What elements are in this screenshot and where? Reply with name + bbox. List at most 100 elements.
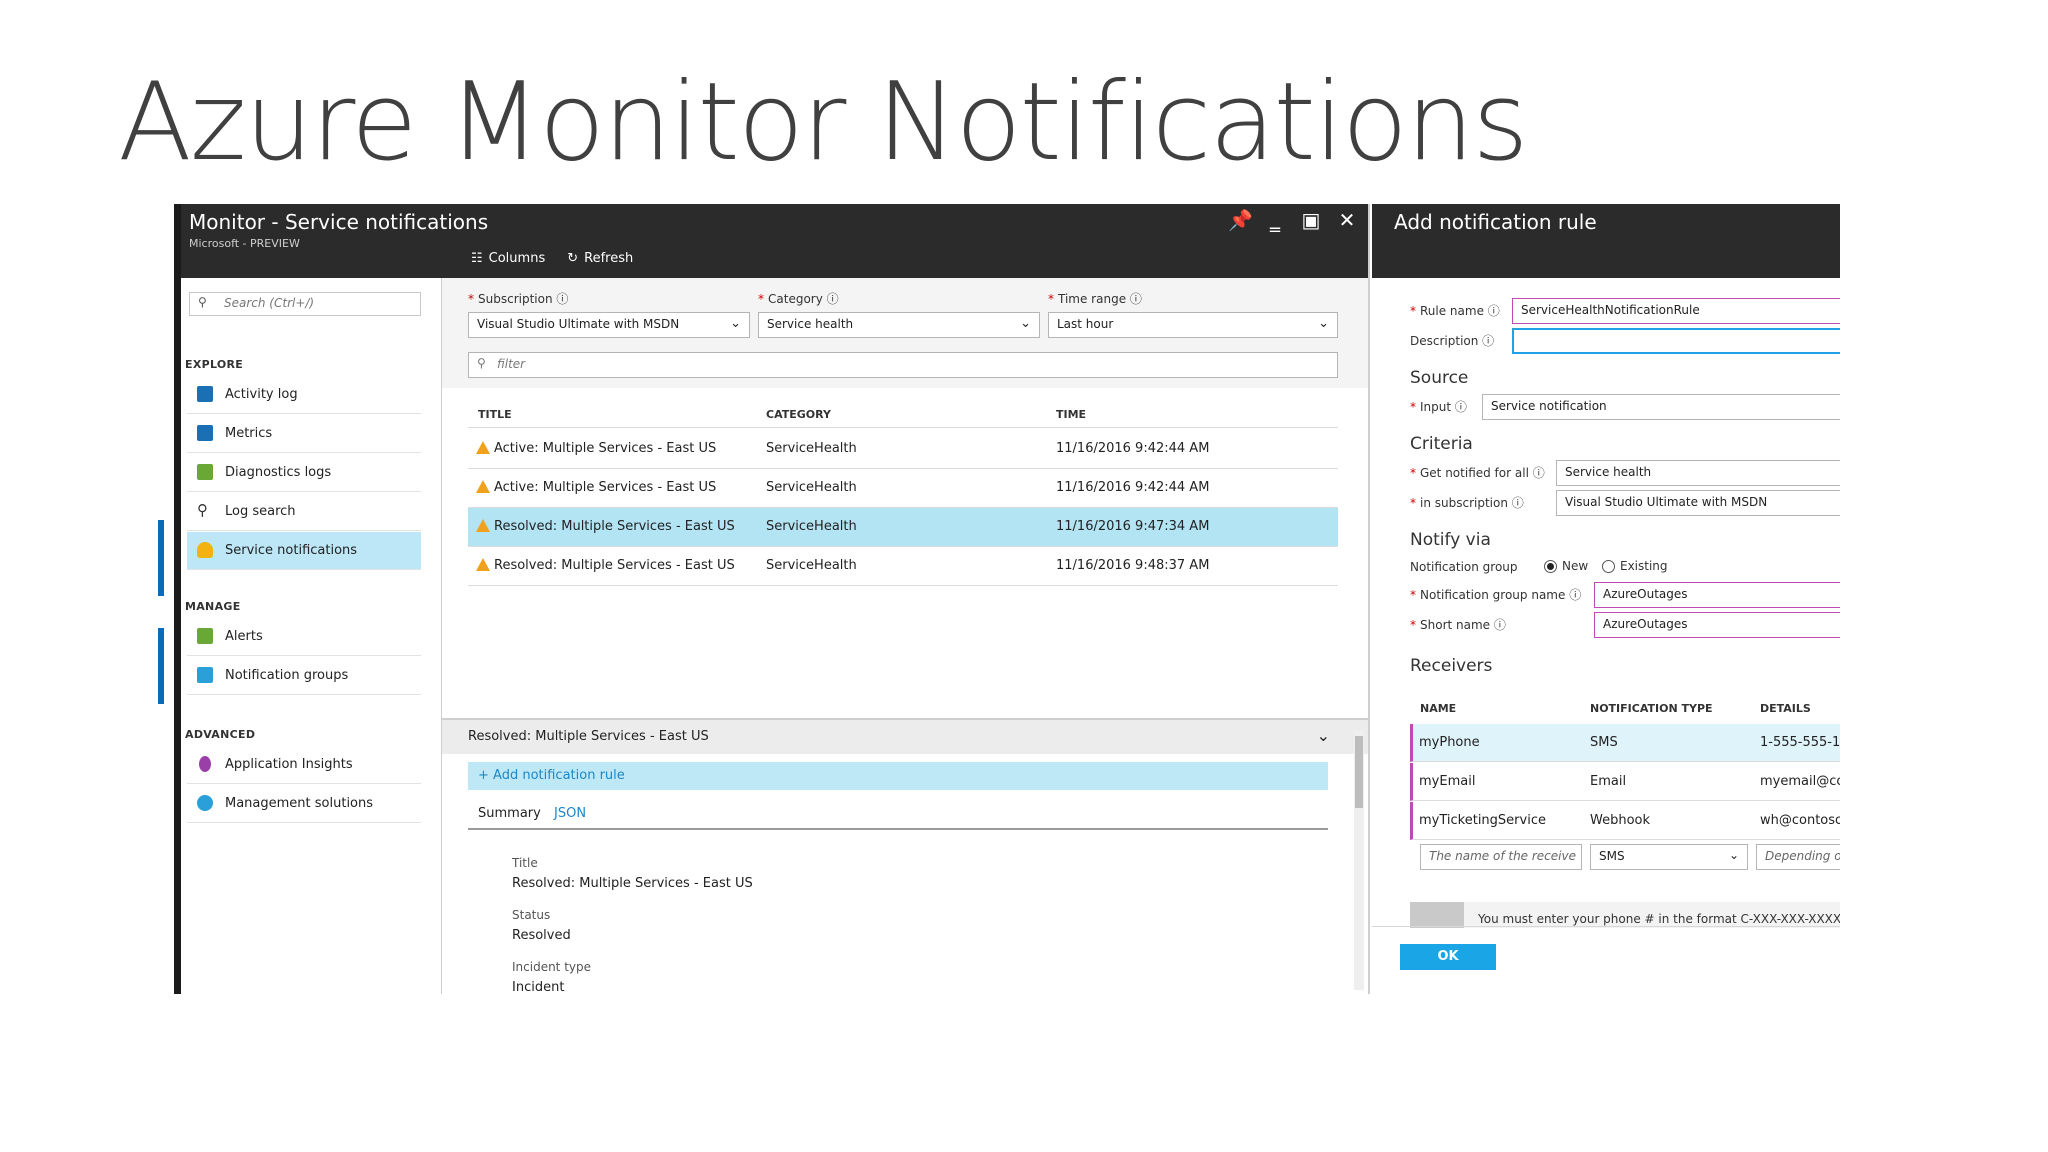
rule-name-input[interactable]: ServiceHealthNotificationRule [1512,298,1840,324]
warning-icon [476,558,490,571]
blade-header: Monitor - Service notifications Microsof… [174,204,1368,278]
column-name: NAME [1420,702,1457,715]
table-row[interactable]: Resolved: Multiple Services - East US Se… [468,508,1338,547]
warning-icon [476,519,490,532]
hint-text: You must enter your phone # in the forma… [1478,912,1840,926]
info-icon: ⓘ [1493,618,1506,632]
tab-json[interactable]: JSON [554,806,586,821]
search-input[interactable]: ⚲ Search (Ctrl+/) [189,292,421,316]
receiver-type: Email [1590,774,1627,789]
notified-for-label: * Get notified for all ⓘ [1410,466,1545,480]
time-range-select[interactable]: Last hour ⌄ [1048,312,1338,338]
notified-for-select[interactable]: Service health [1556,460,1840,486]
row-category: ServiceHealth [766,480,857,495]
accent-bar [158,520,164,596]
status-label: Status [512,908,551,922]
ok-button[interactable]: OK [1400,944,1496,970]
sidebar-item-label: Notification groups [225,668,349,683]
group-name-input[interactable]: AzureOutages [1594,582,1840,608]
subscription-select[interactable]: Visual Studio Ultimate with MSDN ⌄ [468,312,750,338]
chevron-down-icon[interactable]: ⌄ [1317,726,1330,745]
sidebar-item-label: Application Insights [225,757,353,772]
new-receiver-type-select[interactable]: SMS ⌄ [1590,844,1748,870]
sidebar-item-management-solutions[interactable]: Management solutions [187,785,421,823]
scrollbar[interactable] [1354,730,1364,990]
tab-summary[interactable]: Summary [478,806,541,821]
info-icon: ⓘ [556,292,569,306]
lightbulb-icon [199,756,211,772]
add-notification-rule-button[interactable]: + Add notification rule [468,762,1328,790]
warning-icon [476,480,490,493]
sidebar-item-application-insights[interactable]: Application Insights [187,746,421,784]
sidebar-item-alerts[interactable]: Alerts [187,618,421,656]
description-input[interactable] [1512,328,1840,354]
status-value: Resolved [512,928,571,943]
column-time[interactable]: TIME [1056,408,1086,421]
time-range-label: * Time range ⓘ [1048,292,1142,306]
category-label: * Category ⓘ [758,292,839,306]
table-row[interactable]: Resolved: Multiple Services - East US Se… [468,547,1338,586]
notifications-panel: * Subscription ⓘ Visual Studio Ultimate w… [442,278,1368,994]
sidebar-item-label: Management solutions [225,796,374,811]
refresh-button[interactable]: ↻ Refresh [567,251,633,266]
criteria-heading: Criteria [1410,434,1473,454]
accent-bar [158,628,164,704]
sidebar-item-label: Service notifications [225,543,358,558]
chevron-down-icon: ⌄ [1020,316,1031,331]
input-field[interactable]: Service notification [1482,394,1840,420]
sidebar-item-metrics[interactable]: Metrics [187,415,421,453]
category-select[interactable]: Service health ⌄ [758,312,1040,338]
row-time: 11/16/2016 9:42:44 AM [1056,480,1210,495]
radio-new[interactable]: New [1544,559,1588,573]
maximize-icon[interactable]: ▣ [1300,208,1322,232]
column-category[interactable]: CATEGORY [766,408,831,421]
table-row[interactable]: Active: Multiple Services - East US Serv… [468,469,1338,508]
radio-unselected-icon [1602,559,1615,573]
sidebar-item-activity-log[interactable]: Activity log [187,376,421,414]
sidebar-item-diagnostics-logs[interactable]: Diagnostics logs [187,454,421,492]
new-receiver-details-input[interactable]: Depending o [1756,844,1840,870]
receiver-row[interactable]: myTicketingService Webhook wh@contoso.c [1410,802,1840,840]
sidebar-item-label: Log search [225,504,296,519]
short-name-input[interactable]: AzureOutages [1594,612,1840,638]
row-title: Resolved: Multiple Services - East US [494,519,735,534]
table-row[interactable]: Active: Multiple Services - East US Serv… [468,430,1338,469]
filter-placeholder: filter [497,357,526,371]
columns-button[interactable]: ☷ Columns [471,251,545,266]
new-receiver-name-input[interactable]: The name of the receive [1420,844,1582,870]
sidebar-item-notification-groups[interactable]: Notification groups [187,657,421,695]
detail-header[interactable]: Resolved: Multiple Services - East US ⌄ [442,720,1368,754]
column-details: DETAILS [1760,702,1811,715]
minimize-icon[interactable]: ‗ [1264,208,1286,232]
pin-icon[interactable]: 📌 [1228,208,1253,232]
scrollbar-thumb[interactable] [1355,736,1363,808]
input-label: * Input ⓘ [1410,400,1467,414]
monitor-blade: Monitor - Service notifications Microsof… [174,204,1370,994]
filter-area: * Subscription ⓘ Visual Studio Ultimate w… [442,278,1368,388]
row-category: ServiceHealth [766,558,857,573]
row-time: 11/16/2016 9:42:44 AM [1056,441,1210,456]
radio-existing[interactable]: Existing [1602,559,1668,573]
sidebar-item-service-notifications[interactable]: Service notifications [187,532,421,570]
sidebar-item-log-search[interactable]: ⚲ Log search [187,493,421,531]
close-icon[interactable]: ✕ [1336,208,1358,232]
receiver-row[interactable]: myEmail Email myemail@con [1410,763,1840,801]
info-icon: ⓘ [1569,588,1582,602]
toolbar: ☷ Columns ↻ Refresh [471,251,633,266]
row-category: ServiceHealth [766,519,857,534]
divider [1372,926,1840,927]
refresh-label: Refresh [584,251,634,266]
blade-title: Add notification rule [1394,210,1597,234]
info-icon: ⓘ [826,292,839,306]
blade-subtitle: Microsoft - PREVIEW [189,237,300,250]
info-icon: ⓘ [1454,400,1467,414]
blade-title: Monitor - Service notifications [189,210,489,234]
refresh-icon: ↻ [567,251,579,266]
subscription-select[interactable]: Visual Studio Ultimate with MSDN [1556,490,1840,516]
column-title[interactable]: TITLE [478,408,512,421]
info-icon: ⓘ [1482,334,1495,348]
receiver-row[interactable]: myPhone SMS 1-555-555-121 [1410,724,1840,762]
filter-input[interactable]: ⚲ filter [468,352,1338,378]
warning-icon [476,441,490,454]
receivers-grid-header: NAME NOTIFICATION TYPE DETAILS [1410,694,1840,720]
